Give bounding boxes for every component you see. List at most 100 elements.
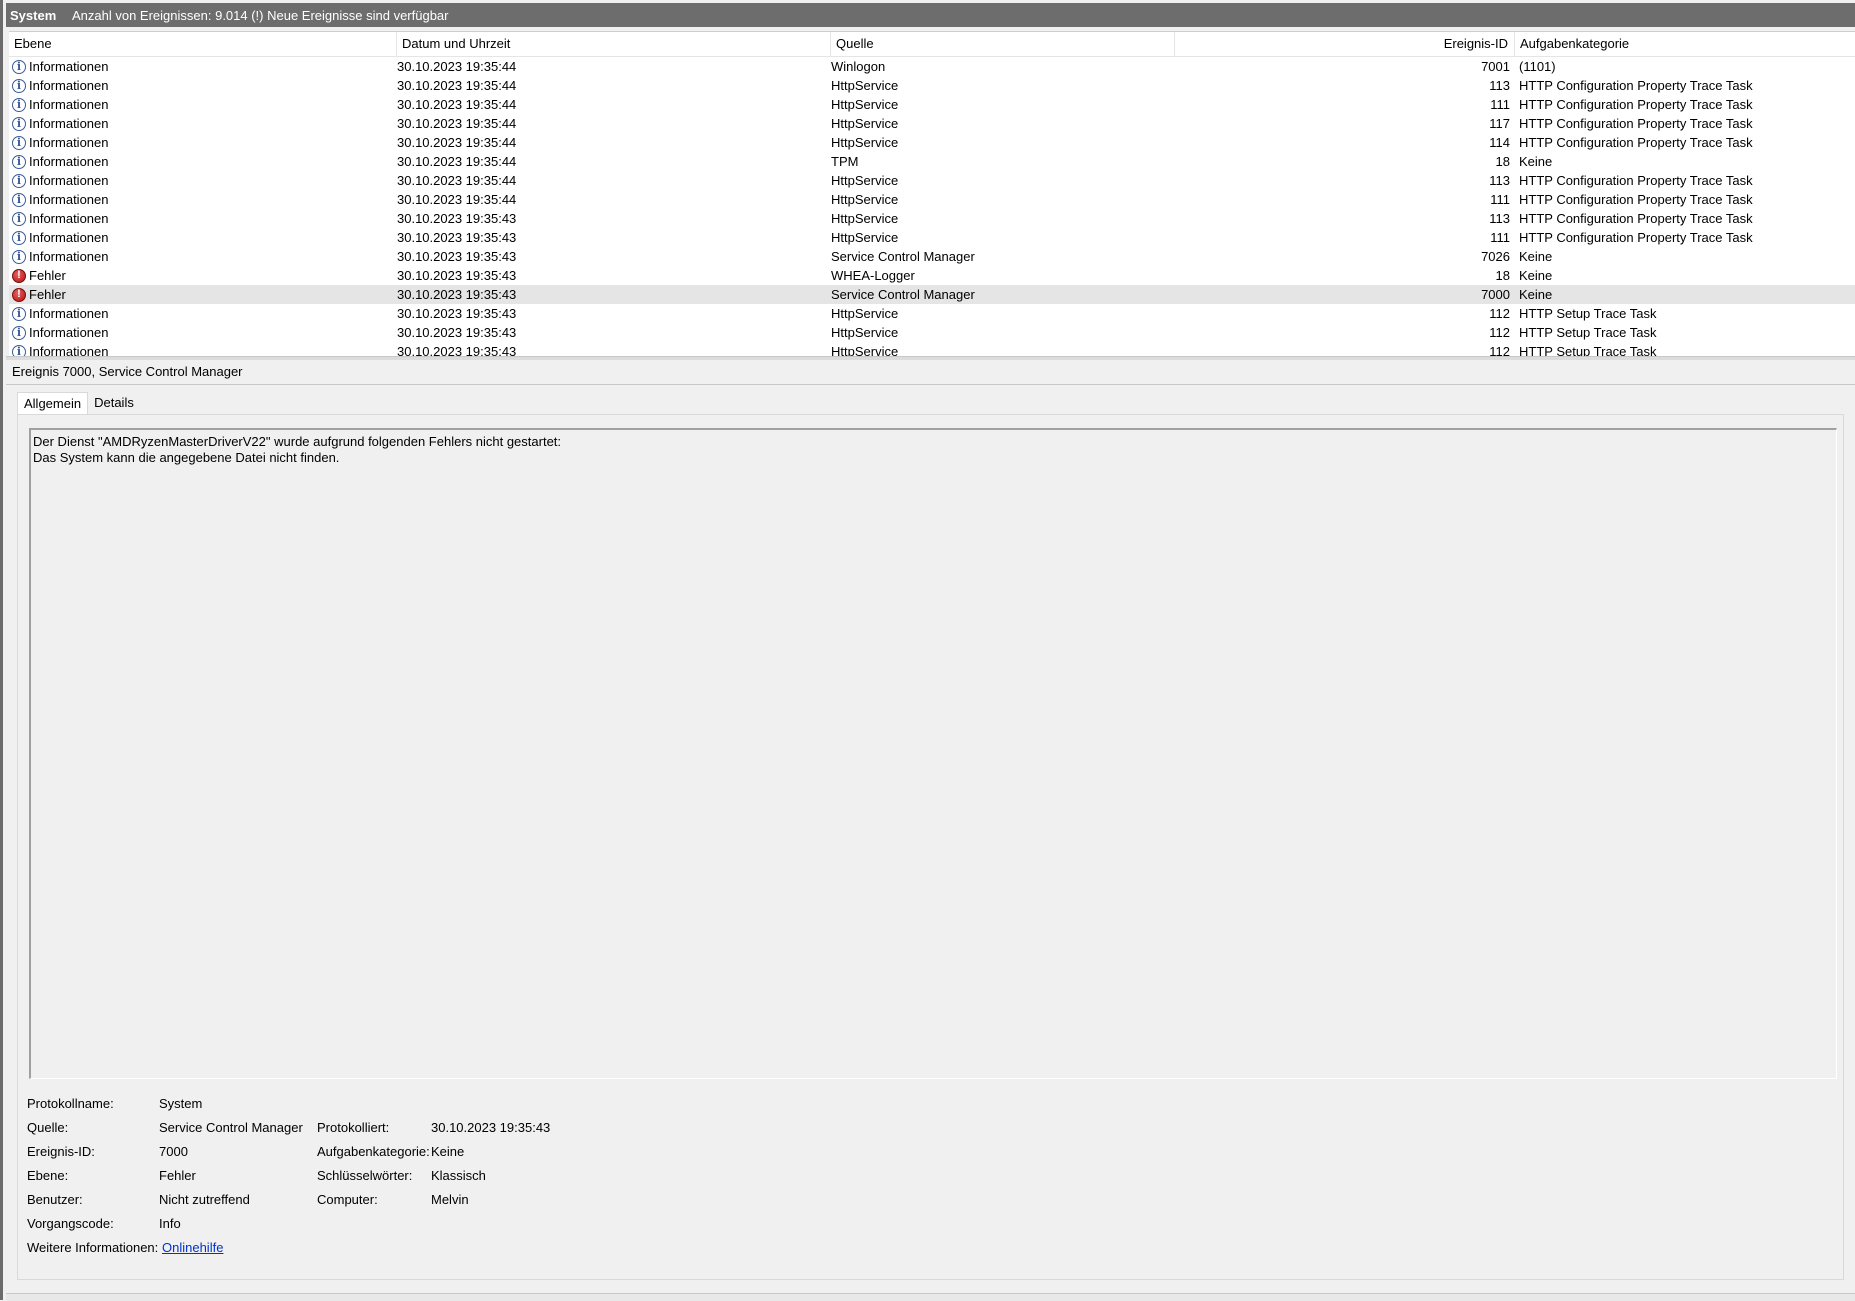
event-level-cell: i Informationen: [12, 190, 392, 209]
event-count-info[interactable]: Anzahl von Ereignissen: 9.014 (!) Neue E…: [68, 8, 449, 23]
event-level-text: Fehler: [29, 287, 66, 302]
event-level-text: Informationen: [29, 78, 109, 93]
event-row[interactable]: i Informationen 30.10.2023 19:35:43 HttpSer…: [9, 209, 1855, 228]
event-row[interactable]: i Informationen 30.10.2023 19:35:44 HttpSer…: [9, 133, 1855, 152]
event-row[interactable]: i Informationen 30.10.2023 19:35:44 HttpSer…: [9, 190, 1855, 209]
event-row[interactable]: i Informationen 30.10.2023 19:35:43 Service…: [9, 247, 1855, 266]
event-id-cell: 18: [1495, 268, 1510, 283]
info-icon: i: [12, 154, 26, 169]
event-id-cell: 18: [1495, 154, 1510, 169]
info-icon: i: [12, 116, 26, 131]
event-category-cell: HTTP Configuration Property Trace Task: [1519, 173, 1753, 188]
info-icon: i: [12, 306, 26, 321]
event-source-cell: HttpService: [831, 211, 899, 226]
event-source-cell: HttpService: [831, 78, 899, 93]
event-id-cell: 111: [1490, 230, 1510, 245]
event-id-cell: 7000: [1481, 287, 1510, 302]
event-level-text: Informationen: [29, 173, 109, 188]
event-row[interactable]: i Informationen 30.10.2023 19:35:43 HttpSer…: [9, 323, 1855, 342]
prop-label-opcode: Vorgangscode:: [27, 1216, 114, 1231]
event-source-cell: HttpService: [831, 192, 899, 207]
event-level-cell: i Informationen: [12, 209, 392, 228]
event-level-cell: i Informationen: [12, 95, 392, 114]
event-category-cell: HTTP Configuration Property Trace Task: [1519, 97, 1753, 112]
event-level-text: Informationen: [29, 97, 109, 112]
prop-label-user: Benutzer:: [27, 1192, 83, 1207]
event-row[interactable]: i Informationen 30.10.2023 19:35:44 HttpSer…: [9, 76, 1855, 95]
event-level-text: Informationen: [29, 59, 109, 74]
column-header-level[interactable]: Ebene: [9, 32, 397, 56]
event-date-cell: 30.10.2023 19:35:44: [397, 78, 517, 93]
event-rows: i Informationen 30.10.2023 19:35:44 Winlogo…: [9, 57, 1855, 357]
prop-value-keywords: Klassisch: [431, 1168, 486, 1183]
event-level-cell: i Informationen: [12, 114, 392, 133]
event-id-cell: 112: [1489, 325, 1510, 340]
event-date-cell: 30.10.2023 19:35:44: [397, 116, 517, 131]
log-name: System: [10, 7, 57, 23]
prop-value-computer: Melvin: [431, 1192, 469, 1207]
event-level-text: Informationen: [29, 211, 109, 226]
info-icon: i: [12, 173, 26, 188]
column-header-source[interactable]: Quelle: [831, 32, 1175, 56]
event-level-cell: i Informationen: [12, 57, 392, 76]
info-icon: i: [12, 97, 26, 112]
event-viewer-window: System Anzahl von Ereignissen: 9.014 (!)…: [0, 0, 1855, 1301]
column-header-date[interactable]: Datum und Uhrzeit: [397, 32, 831, 56]
event-date-cell: 30.10.2023 19:35:43: [397, 306, 517, 321]
event-id-cell: 114: [1489, 135, 1510, 150]
event-date-cell: 30.10.2023 19:35:43: [397, 211, 517, 226]
event-message-box[interactable]: Der Dienst "AMDRyzenMasterDriverV22" wur…: [29, 428, 1837, 1079]
event-date-cell: 30.10.2023 19:35:43: [397, 230, 517, 245]
prop-value-level: Fehler: [159, 1168, 196, 1183]
event-category-cell: HTTP Setup Trace Task: [1519, 325, 1657, 340]
event-source-cell: HttpService: [831, 325, 899, 340]
event-id-cell: 112: [1489, 344, 1510, 357]
event-row[interactable]: i Informationen 30.10.2023 19:35:44 HttpSer…: [9, 95, 1855, 114]
event-source-cell: Service Control Manager: [831, 287, 975, 302]
event-row[interactable]: i Informationen 30.10.2023 19:35:44 HttpSer…: [9, 171, 1855, 190]
event-level-cell: i Informationen: [12, 342, 392, 357]
event-date-cell: 30.10.2023 19:35:43: [397, 287, 517, 302]
event-level-text: Informationen: [29, 306, 109, 321]
event-id-cell: 117: [1489, 116, 1510, 131]
prop-label-keywords: Schlüsselwörter:: [317, 1168, 413, 1183]
error-icon: !: [12, 287, 26, 302]
event-row[interactable]: ! Fehler 30.10.2023 19:35:43 Service Contro…: [9, 285, 1855, 304]
event-level-cell: ! Fehler: [12, 266, 392, 285]
column-header-category[interactable]: Aufgabenkategorie: [1515, 32, 1855, 56]
event-row[interactable]: i Informationen 30.10.2023 19:35:43 HttpSer…: [9, 342, 1855, 357]
event-list[interactable]: Ebene Datum und Uhrzeit Quelle Ereignis-…: [9, 31, 1855, 357]
prop-label-logged: Protokolliert:: [317, 1120, 390, 1135]
event-row[interactable]: i Informationen 30.10.2023 19:35:43 HttpSer…: [9, 304, 1855, 323]
event-level-cell: ! Fehler: [12, 285, 392, 304]
event-source-cell: Winlogon: [831, 59, 886, 74]
event-level-cell: i Informationen: [12, 133, 392, 152]
event-category-cell: Keine: [1519, 287, 1553, 302]
event-level-text: Informationen: [29, 344, 109, 357]
event-row[interactable]: i Informationen 30.10.2023 19:35:44 Winlogo…: [9, 57, 1855, 76]
event-row[interactable]: ! Fehler 30.10.2023 19:35:43 WHEA-Logger 18 K…: [9, 266, 1855, 285]
event-category-cell: HTTP Configuration Property Trace Task: [1519, 78, 1753, 93]
info-icon: i: [12, 230, 26, 245]
prop-label-source: Quelle:: [27, 1120, 69, 1135]
event-source-cell: HttpService: [831, 116, 899, 131]
event-row[interactable]: i Informationen 30.10.2023 19:35:44 TPM 18 Ke…: [9, 152, 1855, 171]
prop-value-event-id: 7000: [159, 1144, 188, 1159]
event-category-cell: HTTP Setup Trace Task: [1519, 306, 1657, 321]
event-level-text: Informationen: [29, 116, 109, 131]
column-header-event-id[interactable]: Ereignis-ID: [1175, 32, 1515, 56]
tab-general[interactable]: Allgemein: [17, 392, 89, 415]
tab-details[interactable]: Details: [88, 392, 140, 414]
event-date-cell: 30.10.2023 19:35:44: [397, 154, 517, 169]
event-level-text: Informationen: [29, 325, 109, 340]
online-help-link[interactable]: Onlinehilfe: [162, 1238, 223, 1258]
prop-value-log-name: System: [159, 1096, 203, 1111]
prop-label-more-info: Weitere Informationen:: [27, 1240, 159, 1255]
event-level-text: Informationen: [29, 154, 109, 169]
event-id-cell: 7026: [1481, 249, 1510, 264]
info-icon: i: [12, 192, 26, 207]
event-row[interactable]: i Informationen 30.10.2023 19:35:43 HttpSer…: [9, 228, 1855, 247]
event-message-line: Das System kann die angegebene Datei nic…: [33, 450, 340, 465]
event-row[interactable]: i Informationen 30.10.2023 19:35:44 HttpSer…: [9, 114, 1855, 133]
event-source-cell: TPM: [831, 154, 859, 169]
